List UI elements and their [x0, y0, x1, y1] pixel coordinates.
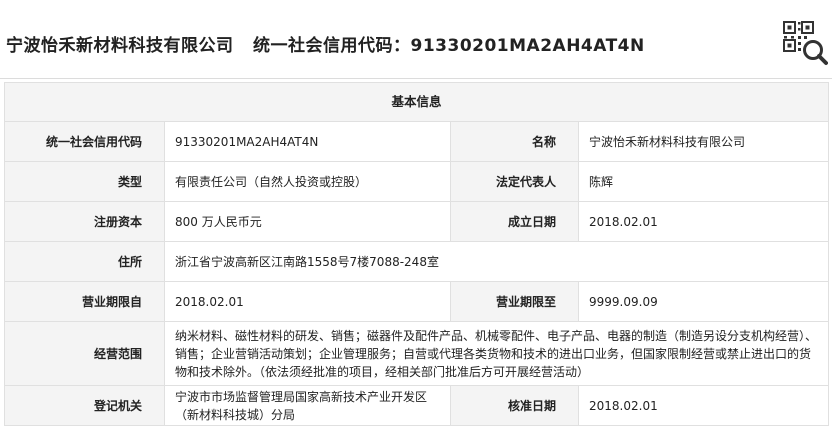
table-row: 住所 浙江省宁波高新区江南路1558号7楼7088-248室 [4, 241, 830, 282]
label-address: 住所 [4, 241, 165, 282]
value-business-scope: 纳米材料、磁性材料的研发、销售；磁器件及配件产品、机械零配件、电子产品、电器的制… [163, 321, 830, 386]
value-capital: 800 万人民币元 [164, 201, 451, 242]
table-row: 注册资本 800 万人民币元 成立日期 2018.02.01 [4, 201, 830, 242]
label-business-scope: 经营范围 [4, 321, 165, 386]
label-authority: 登记机关 [4, 385, 165, 426]
value-approval-date: 2018.02.01 [577, 385, 830, 426]
label-type: 类型 [4, 161, 165, 202]
value-name: 宁波怡禾新材料科技有限公司 [577, 121, 830, 162]
company-name: 宁波怡禾新材料科技有限公司 [6, 36, 234, 56]
label-name: 名称 [450, 121, 579, 162]
value-address: 浙江省宁波高新区江南路1558号7楼7088-248室 [163, 241, 830, 282]
label-legal-rep: 法定代表人 [450, 161, 579, 202]
value-credit-code: 91330201MA2AH4AT4N [164, 121, 451, 162]
basic-info-table: 基本信息 统一社会信用代码 91330201MA2AH4AT4N 名称 宁波怡禾… [3, 82, 830, 426]
label-approval-date: 核准日期 [450, 385, 579, 426]
page-header: 宁波怡禾新材料科技有限公司 统一社会信用代码：91330201MA2AH4AT4… [0, 0, 832, 80]
section-title: 基本信息 [3, 82, 830, 122]
table-row: 统一社会信用代码 91330201MA2AH4AT4N 名称 宁波怡禾新材料科技… [4, 121, 830, 162]
value-authority: 宁波市市场监督管理局国家高新技术产业开发区（新材料科技城）分局 [164, 385, 451, 426]
value-legal-rep: 陈辉 [577, 161, 830, 202]
credit-code-title: 统一社会信用代码：91330201MA2AH4AT4N [253, 36, 645, 56]
value-term-to: 9999.09.09 [577, 281, 830, 322]
value-type: 有限责任公司（自然人投资或控股） [164, 161, 451, 202]
label-term-from: 营业期限自 [4, 281, 165, 322]
table-row: 登记机关 宁波市市场监督管理局国家高新技术产业开发区（新材料科技城）分局 核准日… [4, 385, 830, 426]
table-row: 经营范围 纳米材料、磁性材料的研发、销售；磁器件及配件产品、机械零配件、电子产品… [4, 321, 830, 386]
table-row: 营业期限自 2018.02.01 营业期限至 9999.09.09 [4, 281, 830, 322]
value-term-from: 2018.02.01 [164, 281, 451, 322]
label-credit-code: 统一社会信用代码 [4, 121, 165, 162]
label-established: 成立日期 [450, 201, 579, 242]
qr-search-icon[interactable] [782, 20, 828, 66]
value-established: 2018.02.01 [577, 201, 830, 242]
header-divider [0, 78, 832, 79]
label-term-to: 营业期限至 [450, 281, 579, 322]
table-row: 类型 有限责任公司（自然人投资或控股） 法定代表人 陈辉 [4, 161, 830, 202]
label-capital: 注册资本 [4, 201, 165, 242]
